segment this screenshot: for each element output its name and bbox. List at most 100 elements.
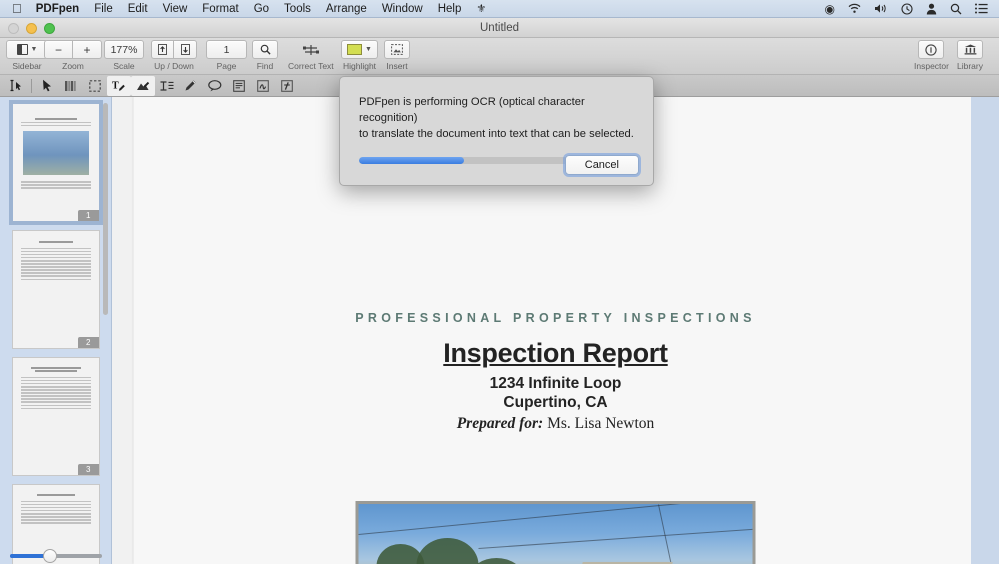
scale-value-field[interactable]: 177% xyxy=(104,40,144,59)
sidebar-toolbar-label: Sidebar xyxy=(12,61,42,71)
menu-item-go[interactable]: Go xyxy=(254,3,269,15)
menu-item-tools[interactable]: Tools xyxy=(284,3,311,15)
highlighter-pen-tool[interactable] xyxy=(179,76,203,96)
ocr-message-line-2: to translate the document into text that… xyxy=(359,127,634,140)
edit-image-tool[interactable] xyxy=(131,75,155,96)
zoom-in-button[interactable]: + xyxy=(73,40,102,59)
ocr-progress-fill xyxy=(359,156,464,164)
thumbnail-size-slider[interactable] xyxy=(0,549,111,563)
menu-bar:  PDFpen File Edit View Format Go Tools … xyxy=(0,0,999,18)
inspector-button[interactable] xyxy=(918,40,945,59)
text-box-tool[interactable] xyxy=(155,76,179,96)
ocr-message-line-1: PDFpen is performing OCR (optical charac… xyxy=(359,96,585,124)
wifi-icon[interactable] xyxy=(848,3,861,14)
zoom-out-button[interactable]: − xyxy=(44,40,73,59)
page-up-button[interactable] xyxy=(151,40,174,59)
inspector-toolbar-label: Inspector xyxy=(914,61,949,71)
menu-item-pdfpen[interactable]: PDFpen xyxy=(36,3,79,15)
thumbnail-photo xyxy=(22,131,89,176)
signature-tool[interactable] xyxy=(251,76,275,96)
page-number-field[interactable]: 1 xyxy=(206,40,247,59)
apple-menu-icon[interactable]:  xyxy=(12,2,22,15)
insert-toolbar-label: Insert xyxy=(386,61,408,71)
thumbnail-item[interactable]: 3 xyxy=(0,357,111,476)
highlight-color-button[interactable]: ▼ xyxy=(341,40,378,59)
scale-toolbar-label: Scale xyxy=(113,61,135,71)
page-toolbar-label: Page xyxy=(216,61,237,71)
markup-tool[interactable] xyxy=(275,76,299,96)
slider-track[interactable] xyxy=(10,549,102,563)
page-thumbnail-sidebar[interactable]: 1 2 3 xyxy=(0,97,112,564)
updown-button-group xyxy=(151,40,197,59)
thumbnail-item[interactable]: 1 xyxy=(0,100,111,225)
svg-text:T: T xyxy=(112,81,119,92)
page-down-button[interactable] xyxy=(174,40,197,59)
zoom-toolbar-item: − + Zoom xyxy=(44,40,102,71)
thumbnail-page-badge: 2 xyxy=(78,337,99,348)
scrubber-tool[interactable] xyxy=(59,76,83,96)
doc-company-kicker: PROFESSIONAL PROPERTY INSPECTIONS xyxy=(355,311,756,325)
page-thumbnail-2[interactable]: 2 xyxy=(11,230,100,349)
find-toolbar-label: Find xyxy=(256,61,274,71)
close-window-button[interactable] xyxy=(8,23,19,34)
highlight-toolbar-item: ▼ Highlight xyxy=(341,40,378,71)
volume-icon[interactable] xyxy=(874,3,888,14)
correct-text-button[interactable] xyxy=(290,40,332,59)
inspector-toolbar-item: Inspector xyxy=(914,40,949,71)
menu-item-view[interactable]: View xyxy=(163,3,188,15)
info-circle-icon xyxy=(925,43,938,56)
note-tool[interactable] xyxy=(227,76,251,96)
menu-item-window[interactable]: Window xyxy=(382,3,423,15)
library-button[interactable] xyxy=(957,40,983,59)
comment-bubble-tool[interactable] xyxy=(203,76,227,96)
thumbnail-list: 1 2 3 xyxy=(0,97,111,564)
menu-item-help[interactable]: Help xyxy=(438,3,462,15)
page-toolbar-item: 1 Page xyxy=(206,40,247,71)
edit-text-tool[interactable]: T xyxy=(107,75,131,96)
menu-bar-status-icons: ◉ xyxy=(825,3,988,15)
doc-title: Inspection Report xyxy=(443,338,668,368)
notification-center-icon[interactable] xyxy=(975,3,988,14)
menu-item-edit[interactable]: Edit xyxy=(128,3,148,15)
zoom-toolbar-label: Zoom xyxy=(62,61,84,71)
search-icon xyxy=(260,44,271,55)
page-thumbnail-1[interactable]: 1 xyxy=(8,100,103,225)
minimize-window-button[interactable] xyxy=(26,23,37,34)
sidebar-scrollbar[interactable] xyxy=(103,103,108,315)
updown-toolbar-item: Up / Down xyxy=(151,40,197,71)
arrow-select-tool[interactable] xyxy=(35,76,59,96)
library-toolbar-item: Library xyxy=(957,40,983,71)
ocr-cancel-button[interactable]: Cancel xyxy=(564,155,639,175)
clock-icon[interactable] xyxy=(901,2,913,15)
maximize-window-button[interactable] xyxy=(44,23,55,34)
doc-prepared-for: Prepared for: Ms. Lisa Newton xyxy=(133,415,978,433)
updown-toolbar-label: Up / Down xyxy=(154,61,194,71)
zoom-button-group: − + xyxy=(44,40,102,59)
scale-toolbar-item: 177% Scale xyxy=(104,40,144,71)
menu-item-arrange[interactable]: Arrange xyxy=(326,3,367,15)
correct-text-toolbar-item: Correct Text xyxy=(288,40,334,71)
find-button[interactable] xyxy=(252,40,278,59)
thumbnail-page-badge: 1 xyxy=(78,210,99,221)
doc-property-photo[interactable] xyxy=(355,501,756,564)
window-title: Untitled xyxy=(480,22,519,34)
user-account-icon[interactable] xyxy=(926,3,937,15)
doc-city-state: Cupertino, CA xyxy=(503,394,608,411)
spotlight-search-icon[interactable] xyxy=(950,3,962,15)
chevron-down-icon: ▼ xyxy=(30,46,38,53)
chevron-down-icon: ▼ xyxy=(365,46,372,53)
thumbnail-item[interactable]: 2 xyxy=(0,230,111,349)
power-line xyxy=(478,527,753,549)
menu-item-format[interactable]: Format xyxy=(202,3,238,15)
text-select-tool[interactable] xyxy=(4,76,28,96)
insert-button[interactable] xyxy=(384,40,410,59)
sidebar-toggle-button[interactable]: ▼ xyxy=(6,40,48,59)
tree-foliage xyxy=(416,538,479,564)
page-thumbnail-3[interactable]: 3 xyxy=(11,357,100,476)
marquee-select-tool[interactable] xyxy=(83,76,107,96)
app-extra-icon[interactable]: ⚜ xyxy=(476,2,486,15)
screen-record-icon[interactable]: ◉ xyxy=(825,3,835,15)
menu-item-file[interactable]: File xyxy=(94,3,113,15)
ocr-progress-dialog: PDFpen is performing OCR (optical charac… xyxy=(339,76,654,186)
slider-knob[interactable] xyxy=(43,549,58,563)
